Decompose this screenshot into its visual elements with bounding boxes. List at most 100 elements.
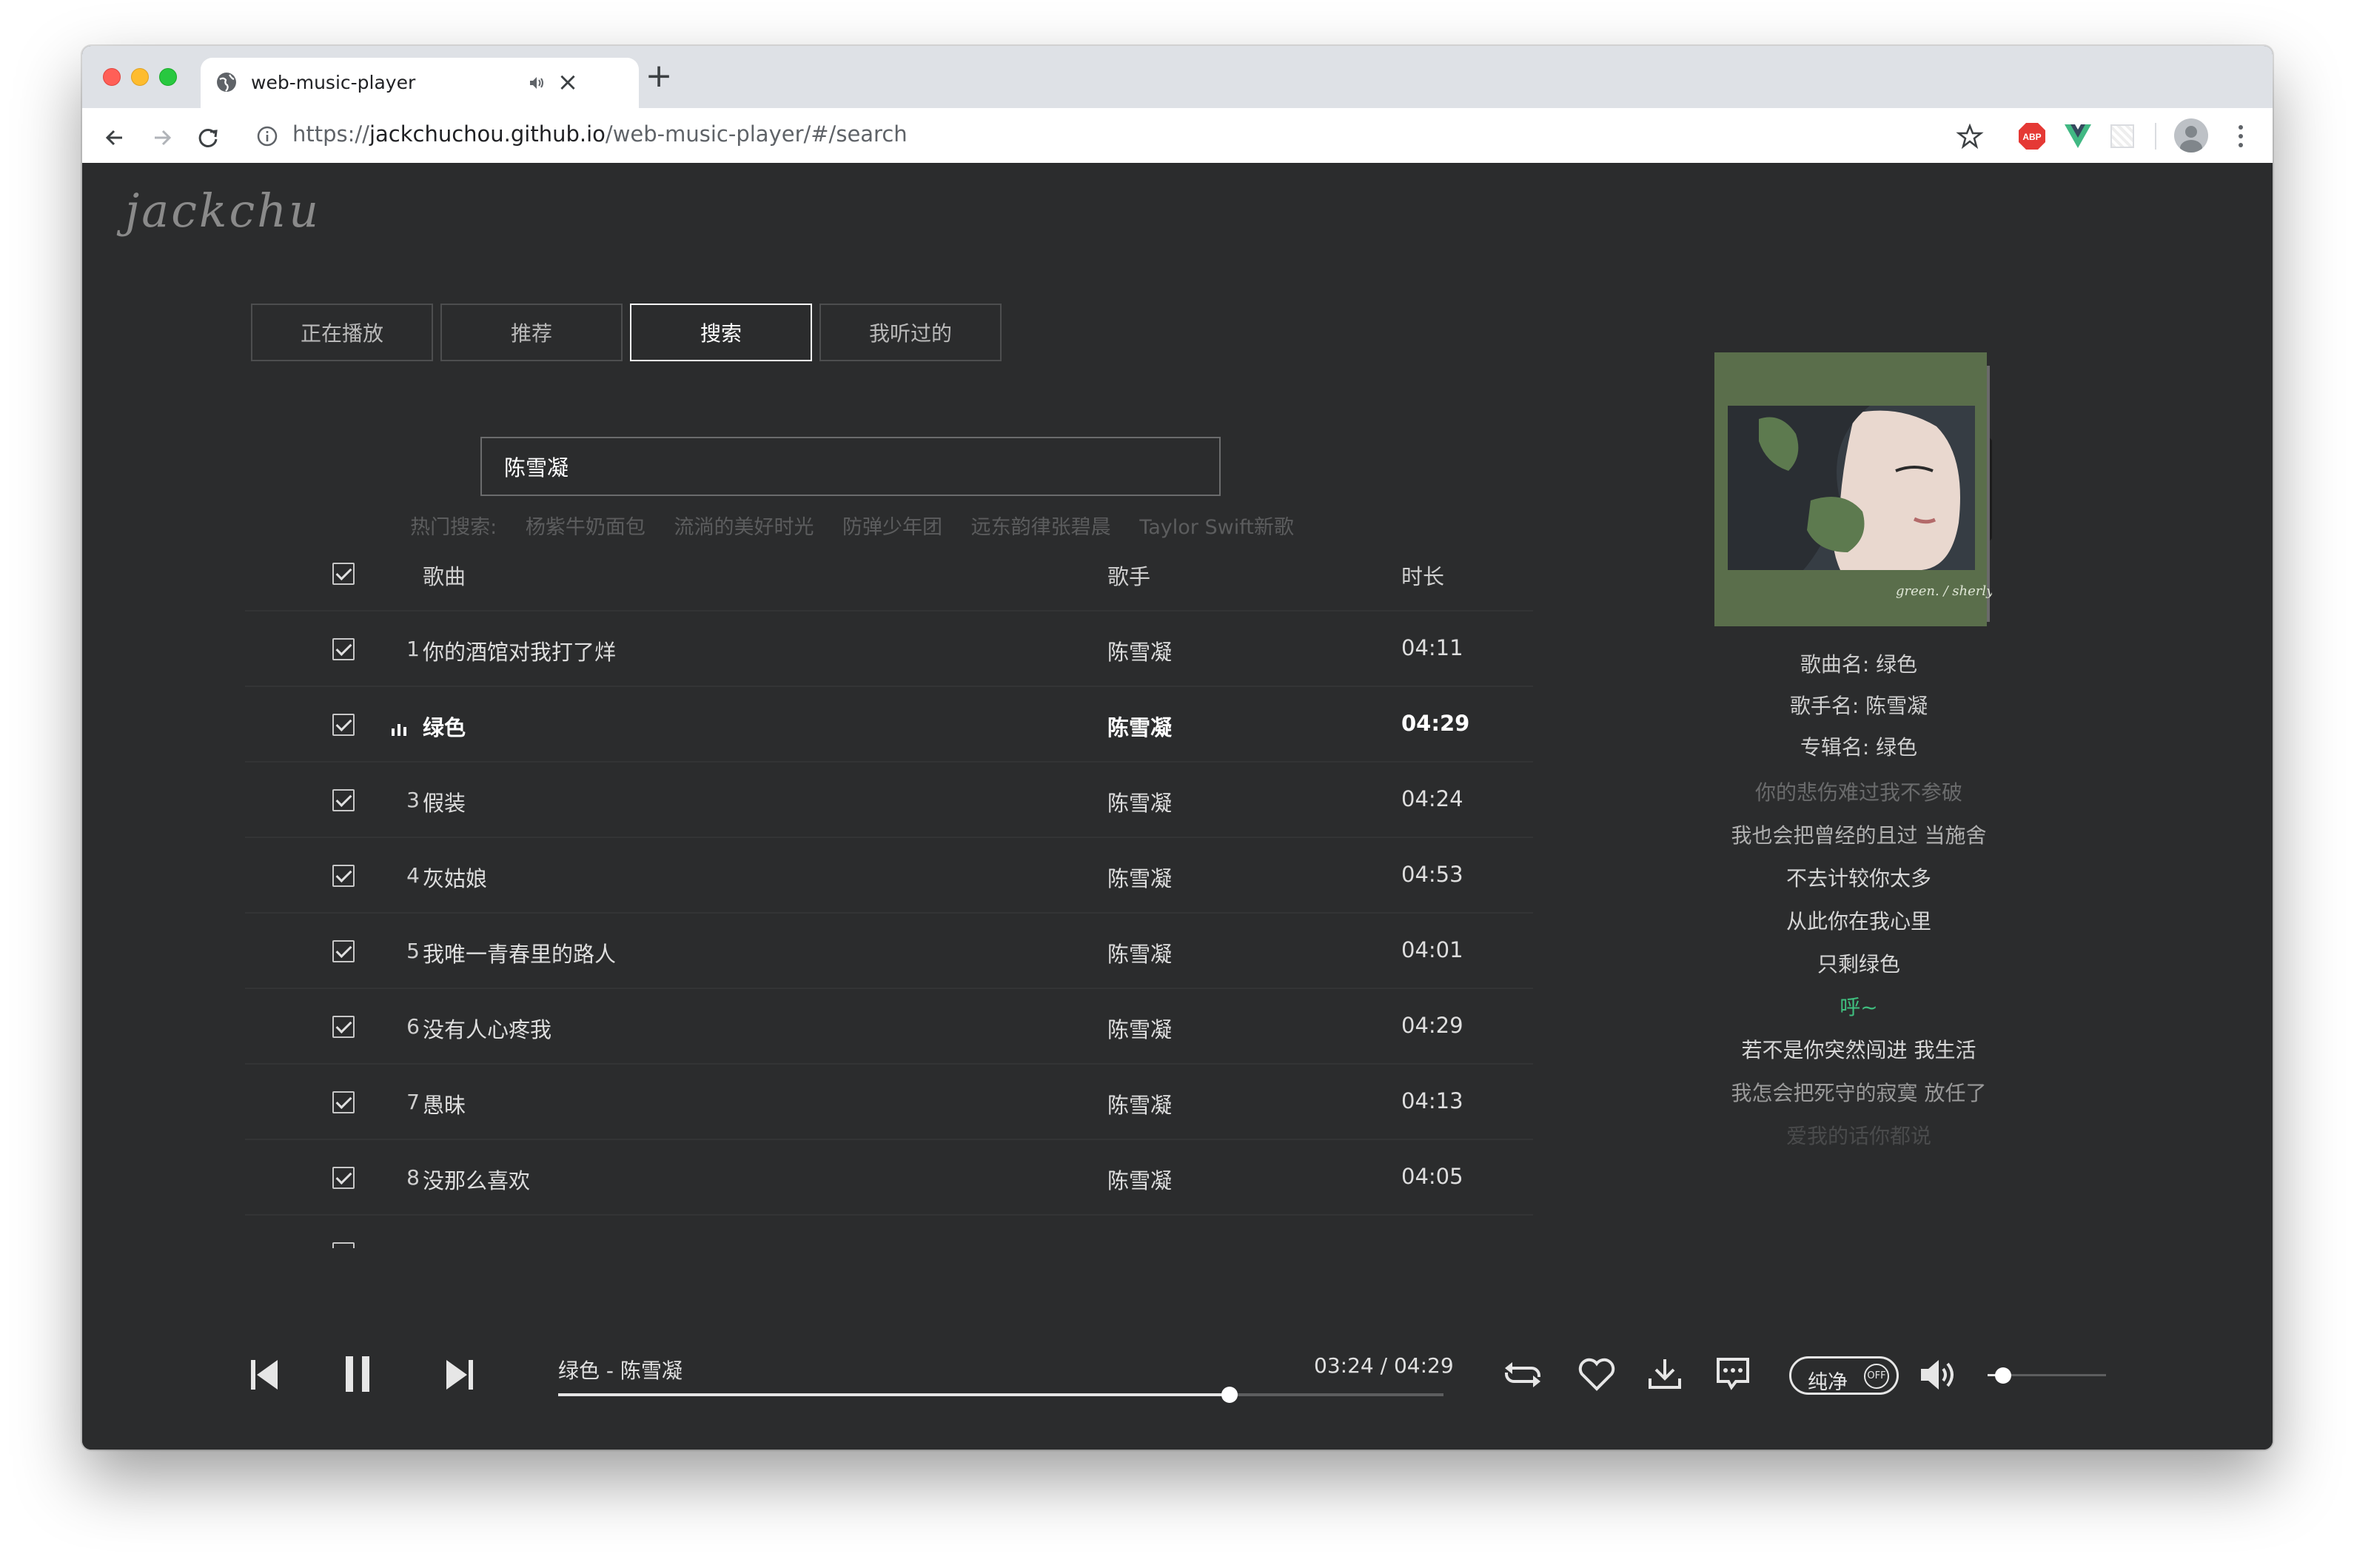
lyric-line-active: 呼~ [1840, 995, 1878, 1019]
song-artist[interactable]: 陈雪凝 [1107, 711, 1172, 742]
song-duration: 04:29 [1401, 1013, 1463, 1038]
song-name-row: 歌曲名: 绿色 [1659, 644, 2059, 686]
song-number: 7 [406, 1090, 420, 1114]
url-path: /web-music-player/#/search [605, 121, 908, 147]
volume-slider[interactable] [1988, 1367, 2106, 1384]
song-title[interactable]: 绿色 [423, 711, 466, 742]
song-duration: 04:53 [1401, 862, 1463, 887]
song-duration: 04:01 [1401, 937, 1463, 962]
song-row[interactable]: 4 灰姑娘 陈雪凝 04:53 [245, 838, 1533, 914]
song-row[interactable]: 6 没有人心疼我 陈雪凝 04:29 [245, 989, 1533, 1065]
now-playing-title: 绿色 - 陈雪凝 [558, 1358, 683, 1383]
profile-avatar-icon[interactable] [2174, 118, 2208, 153]
song-checkbox[interactable] [332, 1016, 355, 1038]
song-artist[interactable]: 陈雪凝 [1107, 786, 1172, 817]
song-checkbox[interactable] [332, 940, 355, 962]
song-title[interactable]: 你的酒馆对我打了烊 [423, 635, 616, 666]
song-checkbox[interactable] [332, 865, 355, 887]
song-row-playing[interactable]: 绿色 陈雪凝 04:29 [245, 687, 1533, 763]
total-time: 04:29 [1393, 1353, 1454, 1378]
previous-track-icon[interactable] [248, 1356, 281, 1393]
song-row-partial[interactable] [245, 1216, 1533, 1248]
vue-devtools-icon[interactable] [2063, 123, 2093, 150]
song-artist[interactable]: 陈雪凝 [1107, 635, 1172, 666]
artist-name-value: 陈雪凝 [1865, 694, 1928, 718]
song-row[interactable]: 8 没那么喜欢 陈雪凝 04:05 [245, 1140, 1533, 1216]
lyric-line: 从此你在我心里 [1785, 909, 1931, 934]
browser-tab[interactable]: web-music-player × [201, 58, 639, 108]
song-checkbox[interactable] [332, 1091, 355, 1113]
progress-handle[interactable] [1221, 1387, 1238, 1403]
song-title[interactable]: 没有人心疼我 [423, 1013, 551, 1044]
select-all-checkbox[interactable] [332, 563, 355, 585]
back-arrow-icon[interactable] [98, 121, 131, 154]
column-header-duration: 时长 [1401, 564, 1445, 589]
song-row[interactable]: 5 我唯一青春里的路人 陈雪凝 04:01 [245, 914, 1533, 989]
address-bar[interactable]: https://jackchuchou.github.io/web-music-… [292, 121, 908, 147]
tab-close-icon[interactable]: × [553, 67, 583, 97]
song-title[interactable]: 愚昧 [423, 1088, 466, 1119]
tab-now-playing[interactable]: 正在播放 [251, 304, 433, 361]
window-minimize-button[interactable] [131, 68, 149, 86]
album-name-label: 专辑名: [1800, 735, 1870, 760]
download-icon[interactable] [1646, 1355, 1684, 1393]
extension-icon[interactable] [2110, 124, 2134, 148]
artist-name-row: 歌手名: 陈雪凝 [1659, 686, 2059, 727]
song-row[interactable]: 7 愚昧 陈雪凝 04:13 [245, 1065, 1533, 1140]
song-checkbox[interactable] [332, 714, 355, 736]
lyric-line: 不去计较你太多 [1785, 866, 1931, 891]
window-maximize-button[interactable] [159, 68, 177, 86]
search-input[interactable] [480, 437, 1221, 496]
comment-icon[interactable] [1714, 1355, 1752, 1393]
artist-name-label: 歌手名: [1789, 694, 1860, 718]
song-artist[interactable]: 陈雪凝 [1107, 1013, 1172, 1044]
lyric-line: 只剩绿色 [1817, 952, 1900, 976]
song-artist[interactable]: 陈雪凝 [1107, 1164, 1172, 1195]
pure-mode-toggle[interactable]: 纯净 OFF [1789, 1356, 1899, 1395]
song-artist[interactable]: 陈雪凝 [1107, 862, 1172, 893]
heart-icon[interactable] [1577, 1358, 1616, 1392]
forward-arrow-icon[interactable] [146, 121, 178, 154]
current-time: 03:24 [1314, 1353, 1374, 1378]
new-tab-icon[interactable]: + [640, 60, 677, 93]
next-track-icon[interactable] [443, 1356, 476, 1393]
window-close-button[interactable] [103, 68, 121, 86]
song-row[interactable]: 1 你的酒馆对我打了烊 陈雪凝 04:11 [245, 612, 1533, 687]
pause-icon[interactable] [341, 1353, 374, 1395]
song-duration: 04:13 [1401, 1088, 1463, 1113]
song-number: 8 [406, 1165, 420, 1190]
album-name-value: 绿色 [1876, 735, 1918, 760]
bookmark-star-icon[interactable] [1954, 120, 1986, 153]
song-artist[interactable]: 陈雪凝 [1107, 937, 1172, 968]
song-number: 1 [406, 637, 420, 661]
browser-window: web-music-player × + https://jackchuchou… [82, 46, 2273, 1450]
adblock-extension-icon[interactable]: ABP [2017, 121, 2047, 151]
loop-mode-icon[interactable] [1502, 1356, 1543, 1393]
speaker-icon[interactable] [526, 73, 547, 93]
song-checkbox[interactable] [332, 789, 355, 811]
song-title[interactable]: 我唯一青春里的路人 [423, 937, 616, 968]
song-title[interactable]: 没那么喜欢 [423, 1164, 530, 1195]
reload-icon[interactable] [192, 121, 224, 154]
lyric-line: 你的悲伤难过我不参破 [1754, 780, 1962, 805]
tab-history[interactable]: 我听过的 [819, 304, 1002, 361]
song-checkbox[interactable] [332, 1242, 355, 1248]
tab-search[interactable]: 搜索 [630, 304, 812, 361]
info-icon[interactable] [254, 123, 281, 150]
song-checkbox[interactable] [332, 638, 355, 660]
url-scheme: https:// [292, 121, 369, 147]
song-title[interactable]: 假装 [423, 786, 466, 817]
song-list: 歌曲 歌手 时长 1 你的酒馆对我打了烊 陈雪凝 04:11 绿色 陈雪凝 04… [245, 536, 1533, 1248]
volume-handle[interactable] [1994, 1367, 2011, 1384]
song-artist[interactable]: 陈雪凝 [1107, 1088, 1172, 1119]
volume-icon[interactable] [1918, 1356, 1959, 1393]
more-menu-icon[interactable] [2235, 121, 2247, 151]
svg-text:ABP: ABP [2022, 132, 2041, 142]
song-list-header: 歌曲 歌手 时长 [245, 536, 1533, 612]
progress-bar[interactable] [558, 1387, 1443, 1403]
song-duration: 04:24 [1401, 786, 1463, 811]
song-row[interactable]: 3 假装 陈雪凝 04:24 [245, 763, 1533, 838]
song-checkbox[interactable] [332, 1167, 355, 1189]
song-title[interactable]: 灰姑娘 [423, 862, 487, 893]
tab-recommend[interactable]: 推荐 [440, 304, 623, 361]
